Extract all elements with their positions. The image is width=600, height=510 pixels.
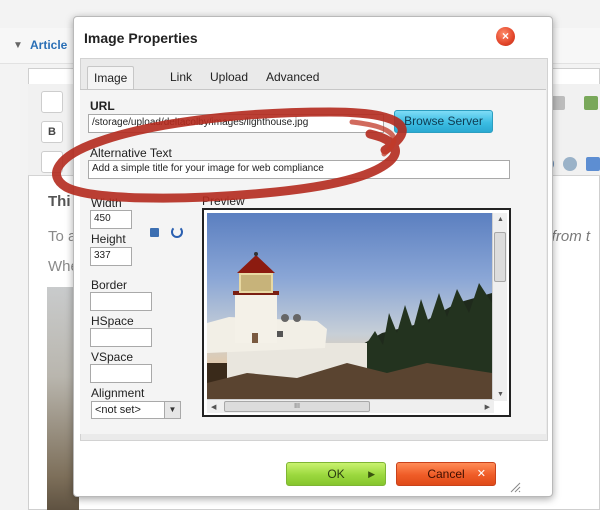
tab-upload[interactable]: Upload <box>204 66 254 90</box>
dialog-title: Image Properties <box>84 30 198 46</box>
alignment-select[interactable]: <not set> ▼ <box>91 401 181 419</box>
width-field[interactable]: 450 <box>90 210 132 229</box>
width-label: Width <box>91 196 122 210</box>
height-label: Height <box>91 232 126 246</box>
vspace-label: VSpace <box>91 350 134 364</box>
alt-text-label: Alternative Text <box>90 146 172 160</box>
url-field[interactable]: /storage/upload/deltacolby/images/lighth… <box>88 114 384 133</box>
preview-label: Preview <box>202 194 245 208</box>
collapse-chevron-icon[interactable]: ▼ <box>13 40 23 51</box>
vspace-field[interactable] <box>90 364 152 383</box>
bold-button[interactable]: B <box>41 121 63 143</box>
preview-vertical-scrollbar[interactable]: ▲ ▼ <box>492 213 507 401</box>
lighthouse-illustration <box>207 252 492 399</box>
scroll-left-icon[interactable]: ◀ <box>211 403 216 411</box>
height-field[interactable]: 337 <box>90 247 132 266</box>
horizontal-scroll-thumb[interactable]: III <box>224 401 370 412</box>
hspace-label: HSpace <box>91 314 134 328</box>
lock-ratio-icon[interactable] <box>150 228 159 237</box>
vertical-scroll-thumb[interactable] <box>494 232 506 282</box>
url-label: URL <box>90 99 115 113</box>
alt-text-field[interactable]: Add a simple title for your image for we… <box>88 160 510 179</box>
toolbar-overflow-icon[interactable] <box>584 96 598 110</box>
scroll-down-icon[interactable]: ▼ <box>497 391 504 398</box>
lighthouse-preview-image <box>207 213 492 399</box>
reset-size-icon[interactable] <box>171 226 183 238</box>
tab-image-info[interactable]: Image Info <box>87 66 135 107</box>
alignment-value: <not set> <box>95 404 141 416</box>
styles-button[interactable] <box>41 151 63 173</box>
article-header-label[interactable]: Article <box>30 38 67 52</box>
ok-button-label: OK <box>327 467 345 481</box>
close-icon[interactable]: × <box>496 27 515 46</box>
dropdown-arrow-icon[interactable]: ▼ <box>164 402 180 418</box>
scroll-right-icon[interactable]: ▶ <box>485 403 490 411</box>
ok-arrow-icon: ▶ <box>368 469 375 479</box>
eraser-icon[interactable] <box>551 96 565 110</box>
tab-advanced[interactable]: Advanced <box>260 66 325 90</box>
browse-server-button[interactable]: Browse Server <box>394 110 493 133</box>
border-field[interactable] <box>90 292 152 311</box>
content-heading: Thi <box>48 193 71 210</box>
alignment-label: Alignment <box>91 386 145 400</box>
preview-box: ▲ ▼ ◀ III ▶ <box>202 208 511 417</box>
flag-icon[interactable] <box>586 157 600 171</box>
preview-horizontal-scrollbar[interactable]: ◀ III ▶ <box>207 399 494 413</box>
tab-link[interactable]: Link <box>164 66 198 90</box>
special-char-icon[interactable] <box>563 157 577 171</box>
cancel-button-label: Cancel <box>427 467 465 481</box>
border-label: Border <box>91 278 128 292</box>
cancel-button[interactable]: Cancel ✕ <box>396 462 496 486</box>
cancel-x-icon: ✕ <box>476 468 486 480</box>
scroll-up-icon[interactable]: ▲ <box>497 216 504 223</box>
hspace-field[interactable] <box>90 328 152 347</box>
resize-grip-icon[interactable] <box>509 481 521 493</box>
ok-button[interactable]: OK ▶ <box>286 462 386 486</box>
source-button[interactable] <box>41 91 63 113</box>
